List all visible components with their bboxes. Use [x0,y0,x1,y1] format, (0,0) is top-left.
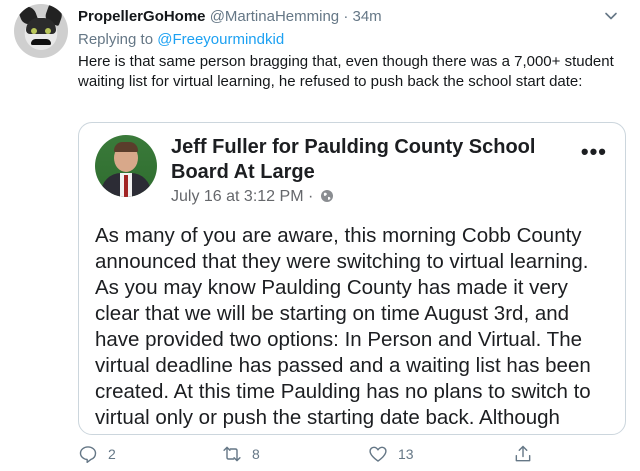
photo-hair [114,142,138,152]
retweet-count: 8 [252,446,260,462]
chevron-down-icon[interactable] [603,8,619,24]
display-name[interactable]: PropellerGoHome [78,8,206,25]
avatar-eye [45,28,51,34]
tweet-header: PropellerGoHome @MartinaHemming · 34m [78,7,382,27]
embedded-image-card[interactable]: Jeff Fuller for Paulding County School B… [78,122,626,435]
fb-post-date: July 16 at 3:12 PM · [171,187,334,207]
fb-post-body: As many of you are aware, this morning C… [95,224,591,429]
meta-separator: · [343,8,349,25]
avatar-eye [31,28,37,34]
replying-to-link[interactable]: @Freeyourmindkid [157,31,284,48]
share-icon [515,445,531,462]
tweet-text: Here is that same person bragging that, … [78,53,614,90]
retweet-button[interactable]: 8 [222,441,260,467]
fb-profile-photo [95,135,157,197]
reply-icon [79,446,97,464]
reply-count: 2 [108,446,116,462]
share-button[interactable] [513,441,543,467]
replying-prefix: Replying to [78,31,154,48]
photo-tie [124,175,128,197]
tweet-actions: 2 8 13 [78,441,623,467]
tweet-time[interactable]: 34m [352,8,381,25]
reply-button[interactable]: 2 [78,441,116,467]
user-handle[interactable]: @MartinaHemming [210,8,339,25]
like-button[interactable]: 13 [368,441,414,467]
user-avatar[interactable] [14,4,68,58]
fb-author-name: Jeff Fuller for Paulding County School B… [171,136,536,183]
avatar-mustache [31,39,51,45]
fb-date-text: July 16 at 3:12 PM · [171,188,314,205]
heart-icon [369,446,387,462]
more-options-icon: ••• [580,139,607,164]
retweet-icon [223,446,241,462]
globe-icon [320,190,333,202]
like-count: 13 [398,446,414,462]
replying-to: Replying to @Freeyourmindkid [78,30,284,50]
